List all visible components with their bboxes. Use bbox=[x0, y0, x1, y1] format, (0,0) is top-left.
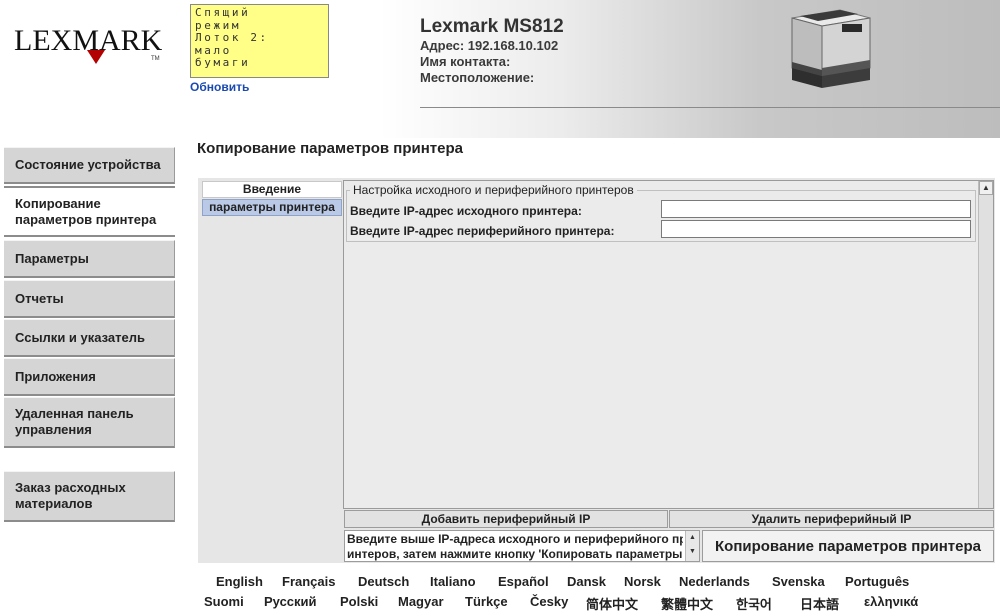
language-link[interactable]: Magyar bbox=[398, 594, 444, 609]
language-link[interactable]: Dansk bbox=[567, 574, 606, 589]
printer-location: Местоположение: bbox=[420, 70, 535, 85]
language-link[interactable]: Português bbox=[845, 574, 909, 589]
language-link[interactable]: 简体中文 bbox=[586, 594, 638, 613]
sidebar-item-device-status[interactable]: Состояние устройства bbox=[4, 147, 175, 184]
copy-printer-settings-button[interactable]: Копирование параметров принтера bbox=[702, 530, 994, 562]
sidebar-item-order-supplies[interactable]: Заказ расходных материалов bbox=[4, 471, 175, 522]
sidebar-item-applications[interactable]: Приложения bbox=[4, 358, 175, 396]
language-link[interactable]: Türkçe bbox=[465, 594, 508, 609]
language-link[interactable]: Norsk bbox=[624, 574, 661, 589]
instruction-message-box: Введите выше IP-адреса исходного и периф… bbox=[344, 530, 700, 562]
language-link[interactable]: Русский bbox=[264, 594, 317, 609]
sidebar-item-label: Приложения bbox=[15, 368, 96, 384]
sidebar-item-label: Ссылки и указатель bbox=[15, 329, 146, 345]
peripheral-ip-input[interactable] bbox=[661, 220, 971, 238]
printer-image-icon bbox=[791, 9, 871, 88]
sidebar-item-label: Отчеты bbox=[15, 290, 64, 306]
page-title: Копирование параметров принтера bbox=[197, 140, 463, 157]
language-link[interactable]: Deutsch bbox=[358, 574, 409, 589]
peripheral-ip-label: Введите IP-адрес периферийного принтера: bbox=[350, 224, 615, 238]
scroll-up-arrow-icon[interactable]: ▲ bbox=[979, 181, 993, 195]
printer-setup-group-title: Настройка исходного и периферийного прин… bbox=[350, 183, 637, 197]
language-link[interactable]: English bbox=[216, 574, 263, 589]
status-line: Спящий bbox=[195, 7, 251, 19]
message-scrollbar[interactable]: ▲ ▼ bbox=[685, 531, 699, 561]
language-link[interactable]: Nederlands bbox=[679, 574, 750, 589]
language-links-row-1: English Français Deutsch Italiano Españo… bbox=[0, 574, 1000, 592]
status-line: режим bbox=[195, 19, 242, 32]
source-ip-input[interactable] bbox=[661, 200, 971, 218]
tab-introduction[interactable]: Введение bbox=[202, 181, 342, 198]
status-line: мало bbox=[195, 44, 232, 57]
language-link[interactable]: 한국어 bbox=[736, 594, 772, 613]
language-link[interactable]: Suomi bbox=[204, 594, 244, 609]
language-link[interactable]: ελληνικά bbox=[864, 594, 918, 609]
sidebar-item-label: Заказ расходных материалов bbox=[15, 480, 126, 511]
language-link[interactable]: 日本語 bbox=[800, 594, 839, 613]
settings-pane-scrollbar[interactable]: ▲ bbox=[978, 181, 993, 508]
header-divider bbox=[420, 107, 1000, 108]
printer-model-name: Lexmark MS812 bbox=[420, 16, 564, 37]
sidebar-item-reports[interactable]: Отчеты bbox=[4, 280, 175, 318]
language-link[interactable]: Svenska bbox=[772, 574, 825, 589]
language-link[interactable]: Polski bbox=[340, 594, 378, 609]
add-peripheral-ip-button[interactable]: Добавить периферийный IP bbox=[344, 510, 668, 528]
lexmark-logo-mark-icon bbox=[87, 50, 105, 64]
language-link[interactable]: Česky bbox=[530, 594, 568, 609]
printer-status-panel: Спящий режим Лоток 2: мало бумаги bbox=[190, 4, 329, 78]
status-line: Лоток 2: bbox=[195, 32, 269, 45]
sidebar-item-links-index[interactable]: Ссылки и указатель bbox=[4, 319, 175, 357]
scroll-up-arrow-icon[interactable]: ▲ bbox=[686, 531, 699, 545]
language-link[interactable]: 繁體中文 bbox=[661, 594, 713, 613]
sidebar-item-label: Состояние устройства bbox=[15, 157, 161, 172]
language-link[interactable]: Italiano bbox=[430, 574, 476, 589]
sidebar-item-settings[interactable]: Параметры bbox=[4, 240, 175, 278]
sidebar-item-label: Копирование параметров принтера bbox=[15, 195, 157, 227]
status-line: бумаги bbox=[195, 57, 251, 70]
language-link[interactable]: Français bbox=[282, 574, 335, 589]
sidebar-item-label: Удаленная панель управления bbox=[15, 406, 134, 437]
refresh-link[interactable]: Обновить bbox=[190, 80, 249, 94]
scroll-down-arrow-icon[interactable]: ▼ bbox=[686, 545, 699, 559]
sidebar-item-label: Параметры bbox=[15, 250, 89, 266]
logo-trademark: TM bbox=[151, 56, 160, 62]
sidebar-item-remote-operator-panel[interactable]: Удаленная панель управления bbox=[4, 397, 175, 448]
source-ip-label: Введите IP-адрес исходного принтера: bbox=[350, 204, 582, 218]
language-link[interactable]: Español bbox=[498, 574, 549, 589]
printer-address: Адрес: 192.168.10.102 bbox=[420, 38, 559, 53]
tab-printer-settings[interactable]: параметры принтера bbox=[202, 199, 342, 216]
instruction-line: интеров, затем нажмите кнопку 'Копироват… bbox=[347, 547, 683, 561]
sidebar-item-copy-printer-settings[interactable]: Копирование параметров принтера bbox=[4, 186, 175, 237]
language-links-row-2: Suomi Русский Polski Magyar Türkçe Česky… bbox=[0, 594, 1000, 612]
printer-contact: Имя контакта: bbox=[420, 54, 511, 69]
remove-peripheral-ip-button[interactable]: Удалить периферийный IP bbox=[669, 510, 994, 528]
instruction-line: Введите выше IP-адреса исходного и периф… bbox=[347, 532, 683, 546]
